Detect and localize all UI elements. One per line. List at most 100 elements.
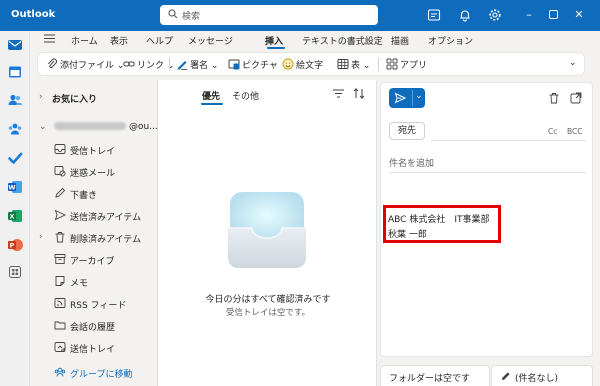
signature-line-name[interactable]: 秋葉 一郎	[388, 227, 427, 240]
signature-line-company[interactable]: ABC 株式会社 IT事業部	[388, 212, 489, 225]
app-title: Outlook	[11, 9, 56, 20]
calendar-app-icon[interactable]	[7, 64, 23, 80]
signature-label: 署名	[190, 61, 209, 71]
maximize-button[interactable]	[544, 6, 562, 24]
to-field[interactable]	[431, 140, 586, 141]
tab-home[interactable]: ホーム	[71, 34, 98, 47]
emoji-button[interactable]: 絵文字	[282, 58, 323, 71]
folder-item[interactable]: 送信済みアイテム	[30, 206, 156, 226]
tab-focused[interactable]: 優先	[202, 89, 220, 102]
tab-help[interactable]: ヘルプ	[146, 34, 173, 47]
compose-pane: ⌄ 宛先 Cc BCC 件名を追加 ABC 株式会社 IT事業部 秋葉 一郎	[380, 82, 593, 357]
todo-app-icon[interactable]	[7, 150, 23, 166]
discard-trash-icon[interactable]	[548, 92, 560, 107]
filter-icon[interactable]	[333, 89, 344, 101]
folder-item[interactable]: アーカイブ	[30, 250, 156, 270]
folder-pane: › お気に入り ⌄ @ou... 受信トレイ 迷惑メール 下書き 送信済みアイテ…	[30, 80, 158, 386]
minimize-button[interactable]: –	[520, 6, 538, 24]
bcc-button[interactable]: BCC	[567, 127, 583, 136]
groups-link-label: グループに移動	[70, 370, 133, 380]
powerpoint-app-icon[interactable]: P	[7, 237, 23, 253]
folder-item[interactable]: › 削除済みアイテム	[30, 228, 156, 248]
picture-button[interactable]: ピクチャ	[228, 58, 278, 71]
ribbon-collapse-chevron-icon[interactable]: ⌄	[569, 58, 577, 68]
picture-label: ピクチャ	[242, 61, 278, 71]
attach-file-button[interactable]: 添付ファイル ⌄	[46, 58, 124, 71]
empty-inbox-illustration	[228, 192, 306, 268]
folder-label: 送信トレイ	[70, 345, 116, 355]
send-options-chevron-icon[interactable]: ⌄	[415, 91, 423, 101]
search-box[interactable]: 検索	[160, 5, 378, 25]
folder-empty-bar[interactable]: フォルダーは空です	[380, 365, 490, 386]
sort-icon[interactable]	[353, 87, 365, 102]
to-button[interactable]: 宛先	[389, 122, 425, 140]
emoji-icon	[282, 58, 294, 70]
folder-item[interactable]: 下書き	[30, 184, 156, 204]
pop-out-icon[interactable]	[570, 92, 582, 107]
chevron-down-icon: ⌄	[39, 122, 47, 132]
svg-text:W: W	[8, 184, 15, 192]
account-name: @ou...	[54, 122, 158, 132]
subject-input[interactable]: 件名を追加	[389, 156, 434, 169]
pencil-icon	[501, 371, 511, 384]
outbox-icon	[54, 341, 66, 353]
redacted-account	[54, 122, 126, 130]
emoji-label: 絵文字	[296, 61, 324, 71]
link-button[interactable]: リンク ⌄	[123, 58, 174, 71]
folder-icon	[54, 319, 66, 331]
table-icon	[337, 58, 349, 70]
tab-draw[interactable]: 描画	[391, 34, 409, 47]
mail-app-icon[interactable]	[7, 37, 23, 53]
account-suffix: @ou...	[129, 122, 158, 132]
pencil-icon	[54, 187, 66, 199]
groups-icon	[54, 366, 66, 378]
attach-label: 添付ファイル	[60, 61, 115, 71]
focused-tab-indicator	[201, 103, 223, 105]
bell-icon[interactable]	[458, 8, 472, 22]
folder-label: 送信済みアイテム	[70, 213, 142, 223]
people-app-icon[interactable]	[7, 92, 23, 108]
link-label: リンク	[137, 61, 165, 71]
favorites-header[interactable]: › お気に入り	[30, 88, 156, 108]
folder-empty-label: フォルダーは空です	[389, 374, 471, 384]
tab-message[interactable]: メッセージ	[188, 34, 233, 47]
folder-item[interactable]: 会話の履歴	[30, 316, 156, 336]
excel-app-icon[interactable]: X	[7, 208, 23, 224]
tab-insert[interactable]: 挿入	[265, 34, 283, 47]
folder-item[interactable]: メモ	[30, 272, 156, 292]
folder-item[interactable]: RSS フィード	[30, 294, 156, 314]
more-apps-icon[interactable]	[7, 264, 23, 280]
folder-item[interactable]: 送信トレイ	[30, 338, 156, 358]
close-button[interactable]: ✕	[570, 6, 588, 24]
groups-app-icon[interactable]	[7, 121, 23, 137]
hamburger-menu-icon[interactable]	[44, 34, 55, 46]
account-header[interactable]: ⌄ @ou...	[30, 118, 158, 138]
tab-other[interactable]: その他	[232, 89, 259, 102]
tab-options[interactable]: オプション	[428, 34, 473, 47]
app-rail: W X P	[0, 31, 30, 386]
folder-label: 受信トレイ	[70, 147, 116, 157]
subject-underline	[389, 172, 586, 173]
word-app-icon[interactable]: W	[7, 179, 23, 195]
go-to-groups-link[interactable]: グループに移動	[30, 363, 156, 383]
folder-item[interactable]: 受信トレイ	[30, 140, 156, 160]
cc-button[interactable]: Cc	[548, 127, 557, 136]
send-button[interactable]: ⌄	[389, 88, 425, 108]
trash-icon	[54, 231, 66, 243]
folder-label: 下書き	[70, 191, 98, 201]
signature-button[interactable]: 署名 ⌄	[176, 58, 218, 71]
gear-icon[interactable]	[488, 8, 502, 22]
chevron-right-icon[interactable]: ›	[39, 232, 43, 242]
search-icon	[168, 9, 178, 22]
my-day-icon[interactable]	[427, 8, 441, 22]
favorites-label: お気に入り	[52, 95, 98, 105]
draft-tab[interactable]: (件名なし)	[491, 365, 593, 386]
title-bar: Outlook 検索 – ✕	[0, 0, 600, 31]
folder-item[interactable]: 迷惑メール	[30, 162, 156, 182]
toolbar-separator	[378, 58, 379, 71]
tab-view[interactable]: 表示	[110, 34, 128, 47]
tab-format-text[interactable]: テキストの書式設定	[302, 34, 383, 47]
table-button[interactable]: 表 ⌄	[337, 58, 370, 71]
picture-icon	[228, 58, 240, 70]
apps-button[interactable]: アプリ	[386, 58, 427, 71]
